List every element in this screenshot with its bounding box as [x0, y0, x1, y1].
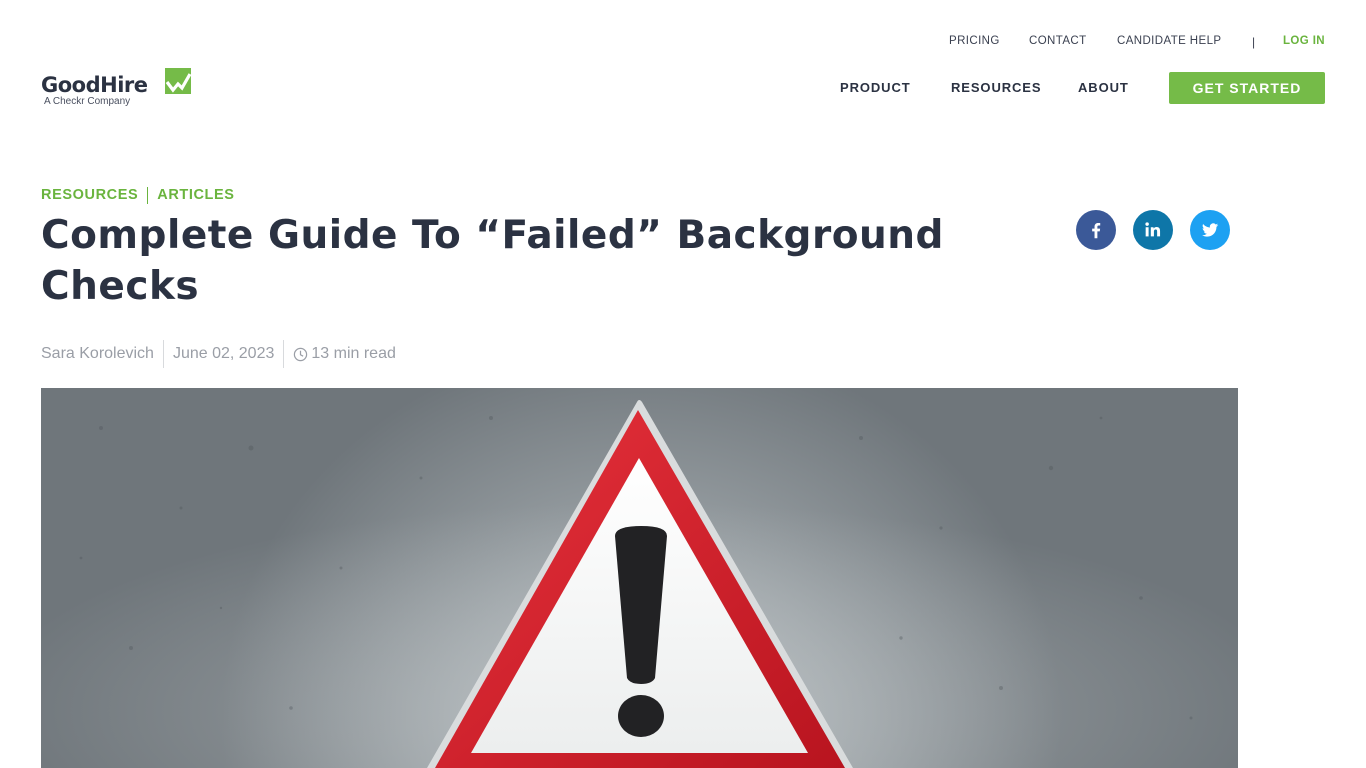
hero-image — [41, 388, 1238, 768]
goodhire-logo[interactable]: GoodHire A Checkr Company — [41, 66, 201, 112]
breadcrumb: RESOURCES ARTICLES — [41, 186, 235, 204]
logo-tagline: A Checkr Company — [44, 96, 131, 107]
article-title: Complete Guide To “Failed” Background Ch… — [41, 213, 944, 309]
nav-separator: | — [1252, 35, 1256, 49]
nav-resources-menu[interactable]: RESOURCES — [951, 80, 1041, 96]
utility-nav: PRICING CONTACT CANDIDATE HELP | LOG IN — [940, 34, 1330, 49]
article-meta: Sara Korolevich June 02, 2023 13 min rea… — [41, 340, 396, 368]
nav-pricing-link[interactable]: PRICING — [949, 34, 1000, 48]
meta-divider — [283, 340, 285, 368]
nav-login-link[interactable]: LOG IN — [1283, 34, 1325, 48]
breadcrumb-divider — [147, 186, 149, 204]
author-name[interactable]: Sara Korolevich — [41, 345, 154, 363]
nav-candidate-help-link[interactable]: CANDIDATE HELP — [1117, 34, 1221, 48]
nav-about-menu[interactable]: ABOUT — [1078, 80, 1129, 96]
share-linkedin-button[interactable] — [1133, 210, 1173, 250]
nav-product-menu[interactable]: PRODUCT — [840, 80, 911, 96]
breadcrumb-resources-link[interactable]: RESOURCES — [41, 187, 138, 203]
publish-date: June 02, 2023 — [172, 345, 275, 362]
breadcrumb-articles-link[interactable]: ARTICLES — [157, 187, 234, 203]
facebook-icon — [1092, 222, 1101, 239]
clock-icon — [294, 347, 308, 361]
read-time: 13 min read — [311, 345, 396, 362]
twitter-icon — [1202, 223, 1219, 237]
warning-sign-illustration — [41, 388, 1238, 768]
checkmark-chart-icon — [165, 68, 191, 94]
logo-wordmark: GoodHire — [41, 73, 148, 97]
share-twitter-button[interactable] — [1190, 210, 1230, 250]
share-facebook-button[interactable] — [1076, 210, 1116, 250]
nav-contact-link[interactable]: CONTACT — [1029, 34, 1087, 48]
get-started-button[interactable]: GET STARTED — [1169, 72, 1325, 104]
linkedin-icon — [1145, 222, 1161, 237]
meta-divider — [162, 340, 164, 368]
